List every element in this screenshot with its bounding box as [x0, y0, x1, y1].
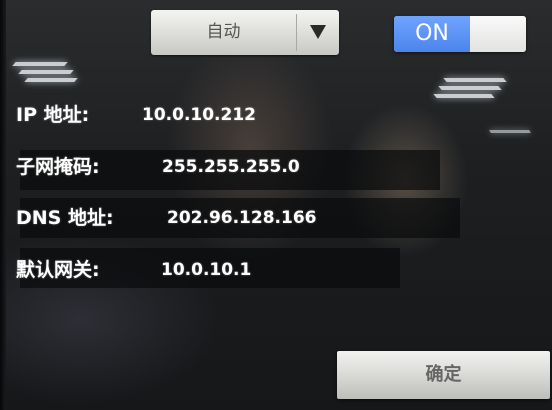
mode-dropdown-value: 自动 [206, 22, 241, 42]
confirm-button[interactable]: 确定 [337, 351, 550, 399]
subnet-mask-value[interactable]: 255.255.255.0 [162, 152, 300, 182]
ceiling-light-reflection [489, 130, 531, 133]
subnet-mask-label: 子网掩码: [16, 156, 100, 178]
default-gateway-value[interactable]: 10.0.10.1 [161, 255, 251, 285]
ceiling-light-reflection [18, 70, 74, 74]
dhcp-toggle[interactable]: ON [394, 16, 526, 52]
ceiling-light-reflection [24, 78, 78, 82]
ceiling-light-reflection [433, 94, 495, 98]
toggle-state-label: ON [394, 16, 470, 52]
default-gateway-row: 默认网关: 10.0.10.1 [16, 255, 396, 285]
ceiling-light-reflection [443, 78, 507, 82]
triangle-down-icon[interactable] [297, 10, 339, 55]
mode-dropdown[interactable]: 自动 [151, 10, 339, 55]
dns-address-label: DNS 地址: [16, 207, 114, 229]
ip-address-value[interactable]: 10.0.10.212 [142, 100, 256, 130]
ip-address-row: IP 地址: 10.0.10.212 [16, 100, 416, 130]
screen-bezel [0, 0, 6, 410]
dns-address-value[interactable]: 202.96.128.166 [167, 203, 317, 233]
dns-address-row: DNS 地址: 202.96.128.166 [16, 203, 456, 233]
ip-address-label: IP 地址: [16, 104, 90, 126]
toggle-knob[interactable] [470, 16, 526, 52]
subnet-mask-row: 子网掩码: 255.255.255.0 [16, 152, 436, 182]
network-settings-screen: 自动 ON IP 地址: 10.0.10.212 子网掩码: 255.255.2… [0, 0, 552, 410]
default-gateway-label: 默认网关: [16, 259, 100, 281]
ceiling-light-reflection [438, 86, 502, 90]
ceiling-light-reflection [12, 62, 68, 66]
